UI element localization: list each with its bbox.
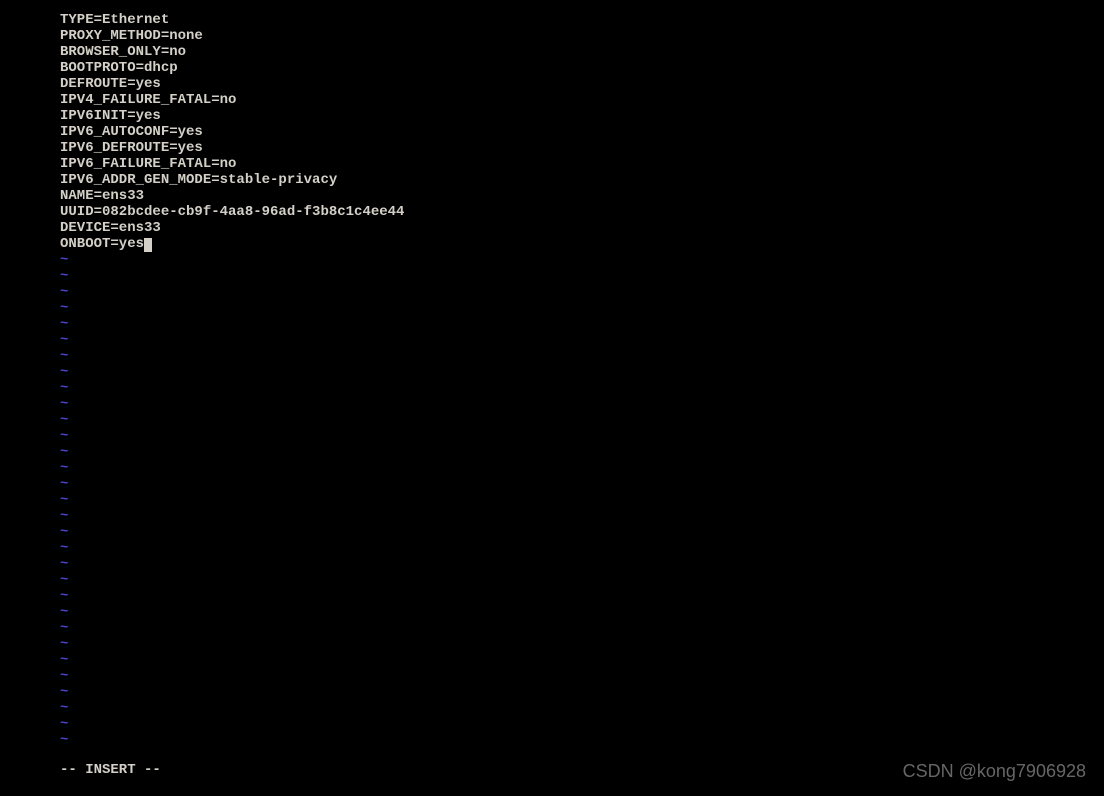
tilde-line: ~ xyxy=(60,700,1104,716)
file-line[interactable]: TYPE=Ethernet xyxy=(60,12,1104,28)
tilde-line: ~ xyxy=(60,604,1104,620)
tilde-line: ~ xyxy=(60,284,1104,300)
tilde-line: ~ xyxy=(60,524,1104,540)
file-line[interactable]: BROWSER_ONLY=no xyxy=(60,44,1104,60)
terminal-editor[interactable]: TYPE=EthernetPROXY_METHOD=noneBROWSER_ON… xyxy=(0,0,1104,748)
file-line[interactable]: DEVICE=ens33 xyxy=(60,220,1104,236)
file-line[interactable]: IPV6INIT=yes xyxy=(60,108,1104,124)
tilde-line: ~ xyxy=(60,460,1104,476)
file-line[interactable]: IPV6_AUTOCONF=yes xyxy=(60,124,1104,140)
file-line[interactable]: IPV6_DEFROUTE=yes xyxy=(60,140,1104,156)
vim-status-line: -- INSERT -- xyxy=(60,762,161,778)
file-line[interactable]: NAME=ens33 xyxy=(60,188,1104,204)
file-line[interactable]: ONBOOT=yes xyxy=(60,236,1104,252)
tilde-line: ~ xyxy=(60,300,1104,316)
tilde-line: ~ xyxy=(60,636,1104,652)
tilde-line: ~ xyxy=(60,556,1104,572)
tilde-line: ~ xyxy=(60,508,1104,524)
tilde-line: ~ xyxy=(60,620,1104,636)
tilde-line: ~ xyxy=(60,652,1104,668)
tilde-line: ~ xyxy=(60,268,1104,284)
tilde-line: ~ xyxy=(60,380,1104,396)
tilde-line: ~ xyxy=(60,684,1104,700)
tilde-line: ~ xyxy=(60,412,1104,428)
tilde-line: ~ xyxy=(60,492,1104,508)
tilde-line: ~ xyxy=(60,588,1104,604)
file-content[interactable]: TYPE=EthernetPROXY_METHOD=noneBROWSER_ON… xyxy=(60,12,1104,252)
tilde-line: ~ xyxy=(60,668,1104,684)
tilde-line: ~ xyxy=(60,252,1104,268)
tilde-line: ~ xyxy=(60,732,1104,748)
tilde-line: ~ xyxy=(60,716,1104,732)
file-line[interactable]: DEFROUTE=yes xyxy=(60,76,1104,92)
file-line[interactable]: IPV6_ADDR_GEN_MODE=stable-privacy xyxy=(60,172,1104,188)
tilde-line: ~ xyxy=(60,428,1104,444)
tilde-line: ~ xyxy=(60,396,1104,412)
file-line[interactable]: PROXY_METHOD=none xyxy=(60,28,1104,44)
tilde-line: ~ xyxy=(60,476,1104,492)
tilde-line: ~ xyxy=(60,332,1104,348)
file-line[interactable]: BOOTPROTO=dhcp xyxy=(60,60,1104,76)
tilde-line: ~ xyxy=(60,364,1104,380)
cursor xyxy=(144,238,152,252)
tilde-line: ~ xyxy=(60,348,1104,364)
tilde-line: ~ xyxy=(60,444,1104,460)
tilde-line: ~ xyxy=(60,316,1104,332)
file-line[interactable]: IPV4_FAILURE_FATAL=no xyxy=(60,92,1104,108)
file-line[interactable]: IPV6_FAILURE_FATAL=no xyxy=(60,156,1104,172)
file-line[interactable]: UUID=082bcdee-cb9f-4aa8-96ad-f3b8c1c4ee4… xyxy=(60,204,1104,220)
tilde-line: ~ xyxy=(60,540,1104,556)
watermark: CSDN @kong7906928 xyxy=(903,761,1086,782)
tilde-line: ~ xyxy=(60,572,1104,588)
empty-lines: ~~~~~~~~~~~~~~~~~~~~~~~~~~~~~~~ xyxy=(60,252,1104,748)
